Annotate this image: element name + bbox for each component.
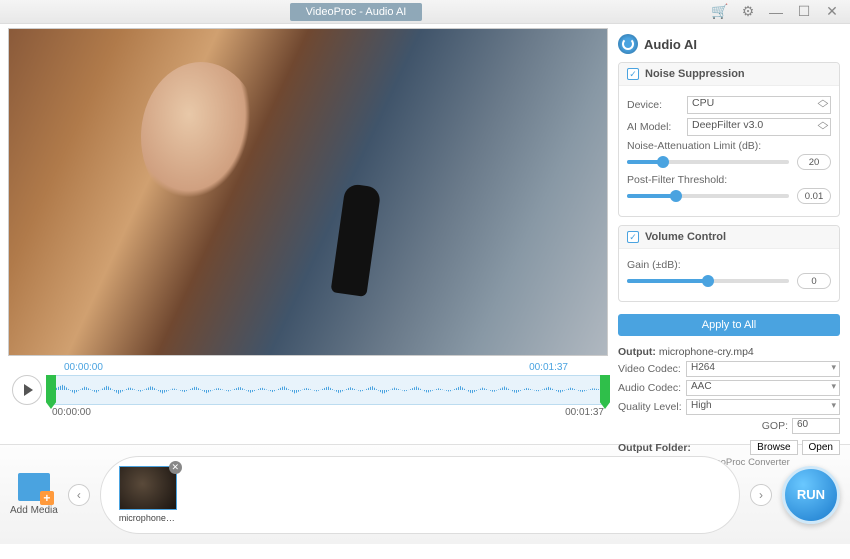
noise-suppression-panel: ✓ Noise Suppression Device: CPU AI Model… [618, 62, 840, 217]
device-select[interactable]: CPU [687, 96, 831, 114]
postfilter-value: 0.01 [797, 188, 831, 204]
gain-label: Gain (±dB): [627, 259, 831, 271]
clip-strip: ✕ microphone-cry.m [100, 456, 740, 534]
quality-label: Quality Level: [618, 401, 686, 413]
output-filename: microphone-cry.mp4 [659, 346, 754, 358]
settings-icon[interactable]: ⚙ [740, 4, 756, 20]
clip-thumbnail[interactable]: ✕ [119, 466, 177, 510]
attenuation-slider[interactable] [627, 160, 789, 164]
clip-remove-icon[interactable]: ✕ [169, 461, 182, 474]
maximize-icon[interactable]: ☐ [796, 4, 812, 20]
cart-icon[interactable]: 🛒 [712, 4, 728, 20]
volume-control-checkbox[interactable]: ✓ [627, 231, 639, 243]
trim-end-time: 00:01:37 [529, 362, 568, 373]
gop-input[interactable]: 60 [792, 418, 840, 434]
video-preview[interactable] [8, 28, 608, 356]
minimize-icon[interactable]: — [768, 4, 784, 20]
ai-model-select[interactable]: DeepFilter v3.0 [687, 118, 831, 136]
clip-item[interactable]: ✕ microphone-cry.m [119, 466, 177, 523]
device-label: Device: [627, 99, 683, 111]
run-button[interactable]: RUN [782, 466, 840, 524]
clip-filename: microphone-cry.m [119, 513, 177, 523]
open-button[interactable]: Open [802, 440, 840, 455]
ai-model-label: AI Model: [627, 121, 683, 133]
volume-control-title: Volume Control [645, 231, 726, 243]
titlebar: VideoProc - Audio AI 🛒 ⚙ — ☐ ✕ [0, 0, 850, 24]
clip-end-time: 00:01:37 [565, 407, 604, 418]
clip-start-time: 00:00:00 [52, 407, 91, 418]
gain-slider[interactable] [627, 279, 789, 283]
trim-handle-left[interactable] [46, 375, 56, 409]
audio-codec-select[interactable]: AAC [686, 380, 840, 396]
video-codec-label: Video Codec: [618, 363, 686, 375]
clip-prev-button[interactable]: ‹ [68, 484, 90, 506]
volume-control-panel: ✓ Volume Control Gain (±dB): 0 [618, 225, 840, 302]
add-media-icon [18, 473, 50, 501]
gain-value: 0 [797, 273, 831, 289]
output-label: Output: [618, 346, 656, 358]
noise-suppression-checkbox[interactable]: ✓ [627, 68, 639, 80]
side-panel-header: Audio AI [618, 34, 840, 54]
quality-select[interactable]: High [686, 399, 840, 415]
output-folder-label: Output Folder: [618, 442, 691, 454]
trim-handle-right[interactable] [600, 375, 610, 409]
waveform-timeline[interactable] [48, 375, 608, 405]
attenuation-value: 20 [797, 154, 831, 170]
app-title: VideoProc - Audio AI [290, 3, 423, 21]
postfilter-label: Post-Filter Threshold: [627, 174, 831, 186]
gop-label: GOP: [762, 420, 788, 432]
clip-next-button[interactable]: › [750, 484, 772, 506]
noise-suppression-title: Noise Suppression [645, 68, 745, 80]
postfilter-slider[interactable] [627, 194, 789, 198]
add-media-button[interactable]: Add Media [10, 473, 58, 516]
video-codec-select[interactable]: H264 [686, 361, 840, 377]
audio-codec-label: Audio Codec: [618, 382, 686, 394]
close-icon[interactable]: ✕ [824, 4, 840, 20]
trim-start-time: 00:00:00 [64, 362, 103, 373]
play-button[interactable] [12, 375, 42, 405]
apply-to-all-button[interactable]: Apply to All [618, 314, 840, 336]
attenuation-label: Noise-Attenuation Limit (dB): [627, 140, 831, 152]
browse-button[interactable]: Browse [750, 440, 797, 455]
audio-ai-icon [618, 34, 638, 54]
